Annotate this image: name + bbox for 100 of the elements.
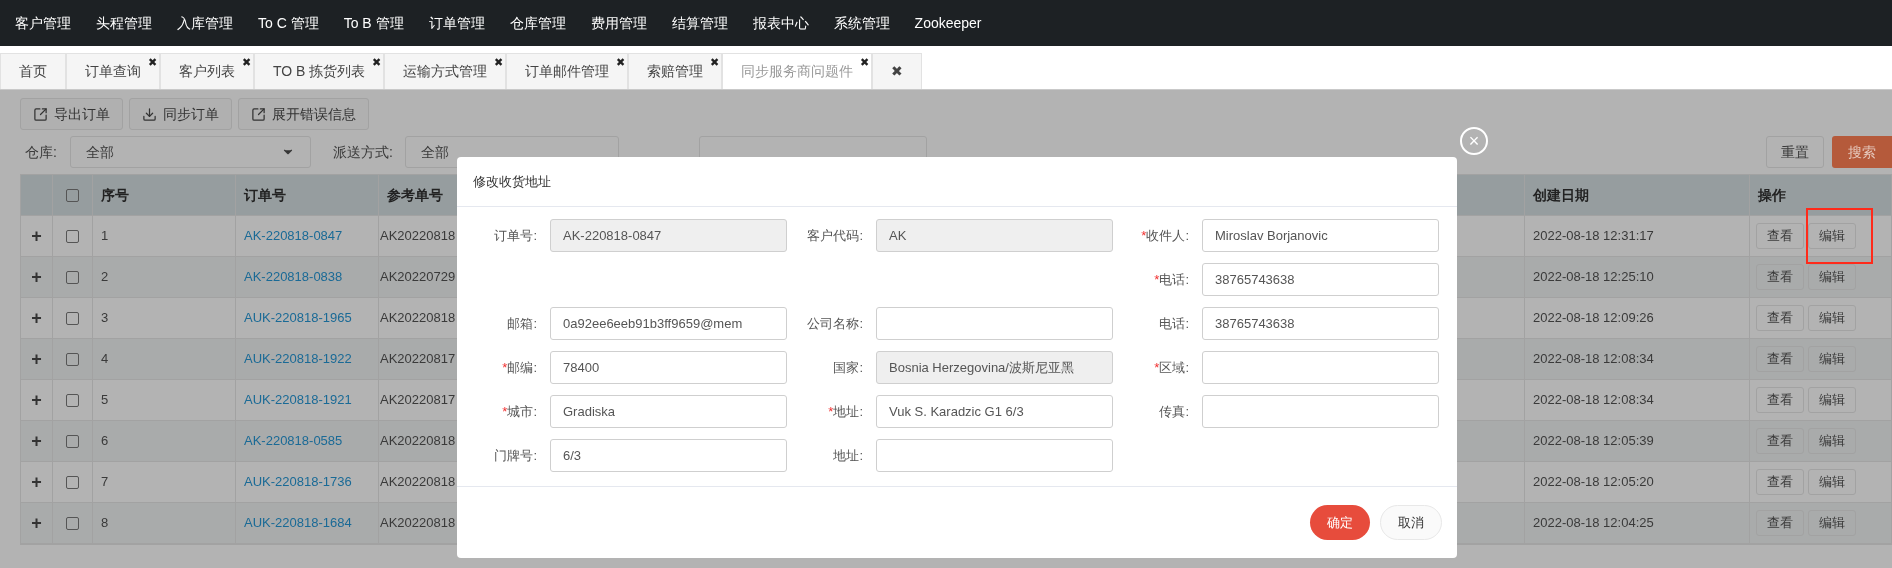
export-icon bbox=[33, 106, 48, 122]
nav-menu-item[interactable]: To C 管理 bbox=[258, 12, 319, 34]
edit-button[interactable]: 编辑 bbox=[1808, 305, 1856, 331]
field-label: 门牌号: bbox=[493, 446, 537, 465]
expand-button[interactable]: + bbox=[31, 386, 42, 414]
toolbar-button[interactable]: 导出订单 bbox=[20, 98, 123, 130]
page-tab[interactable]: 订单查询 ✖ bbox=[66, 53, 160, 89]
expand-button[interactable]: + bbox=[31, 222, 42, 250]
text-input-field[interactable]: 38765743638 bbox=[1202, 307, 1439, 340]
view-button[interactable]: 查看 bbox=[1756, 346, 1804, 372]
table-cell-text: 2 bbox=[101, 268, 109, 287]
confirm-button[interactable]: 确定 bbox=[1310, 505, 1370, 540]
tab-close-button[interactable]: ✖ bbox=[710, 54, 720, 71]
select-all-checkbox[interactable] bbox=[66, 188, 79, 202]
page-tab[interactable]: 客户列表 ✖ bbox=[160, 53, 254, 89]
view-button[interactable]: 查看 bbox=[1756, 387, 1804, 413]
nav-menu-item[interactable]: 头程管理 bbox=[96, 12, 152, 34]
text-input-field[interactable] bbox=[876, 439, 1113, 472]
page-tab[interactable]: TO B 拣货列表 ✖ bbox=[254, 53, 385, 89]
nav-menu-item[interactable]: Zookeeper bbox=[914, 12, 982, 34]
view-button[interactable]: 查看 bbox=[1756, 469, 1804, 495]
edit-button[interactable]: 编辑 bbox=[1808, 428, 1856, 454]
cancel-button[interactable]: 取消 bbox=[1380, 505, 1442, 540]
expand-button[interactable]: + bbox=[31, 427, 42, 455]
text-input-field[interactable]: Vuk S. Karadzic G1 6/3 bbox=[876, 395, 1113, 428]
page-tab[interactable]: 订单邮件管理 ✖ bbox=[506, 53, 629, 89]
expand-button[interactable]: + bbox=[31, 263, 42, 291]
expand-button[interactable]: + bbox=[31, 345, 42, 373]
toolbar-button[interactable]: 同步订单 bbox=[129, 98, 232, 130]
text-input-field[interactable]: AK-220818-0847 bbox=[550, 219, 787, 252]
table-cell-text: AK20220817 bbox=[380, 391, 456, 410]
nav-menu-item[interactable]: 订单管理 bbox=[428, 12, 485, 34]
field-label: 地址: bbox=[832, 446, 863, 465]
view-button[interactable]: 查看 bbox=[1756, 264, 1804, 290]
edit-button[interactable]: 编辑 bbox=[1808, 469, 1856, 495]
warehouse-select[interactable]: 全部 bbox=[70, 136, 311, 168]
field-label: *收件人: bbox=[1140, 226, 1189, 245]
row-checkbox[interactable] bbox=[66, 393, 79, 407]
edit-button[interactable]: 编辑 bbox=[1808, 346, 1856, 372]
expand-button[interactable]: + bbox=[31, 509, 42, 537]
row-checkbox[interactable] bbox=[66, 352, 79, 366]
edit-button[interactable]: 编辑 bbox=[1808, 510, 1856, 536]
table-cell-text: 7 bbox=[101, 473, 109, 492]
row-checkbox[interactable] bbox=[66, 311, 79, 325]
field-label: 国家: bbox=[832, 358, 863, 377]
nav-menu-item[interactable]: 结算管理 bbox=[671, 12, 728, 34]
row-checkbox[interactable] bbox=[66, 516, 79, 530]
text-input-field[interactable] bbox=[1202, 351, 1439, 384]
row-checkbox[interactable] bbox=[66, 270, 79, 284]
text-input-field[interactable]: 0a92ee6eeb91b3ff9659@mem bbox=[550, 307, 787, 340]
view-button[interactable]: 查看 bbox=[1756, 428, 1804, 454]
page-tab[interactable]: 首页 bbox=[0, 53, 66, 89]
row-checkbox[interactable] bbox=[66, 475, 79, 489]
text-input-field[interactable] bbox=[876, 307, 1113, 340]
text-input-field[interactable]: Bosnia Herzegovina/波斯尼亚黑 bbox=[876, 351, 1113, 384]
nav-menu-item[interactable]: 入库管理 bbox=[177, 12, 233, 34]
nav-menu-item[interactable]: 系统管理 bbox=[833, 12, 890, 34]
page-tab[interactable]: 索赔管理 ✖ bbox=[628, 53, 723, 89]
page-tab[interactable]: ✖ bbox=[872, 53, 923, 89]
text-input-field[interactable]: 6/3 bbox=[550, 439, 787, 472]
nav-menu-item[interactable]: To B 管理 bbox=[343, 12, 404, 34]
page-tab[interactable]: 运输方式管理 ✖ bbox=[384, 53, 507, 89]
reset-button[interactable]: 重置 bbox=[1766, 136, 1824, 168]
view-button[interactable]: 查看 bbox=[1756, 223, 1804, 249]
text-input-field[interactable]: Gradiska bbox=[550, 395, 787, 428]
expand-button[interactable]: + bbox=[31, 304, 42, 332]
nav-menu-item[interactable]: 费用管理 bbox=[590, 12, 647, 34]
view-button[interactable]: 查看 bbox=[1756, 305, 1804, 331]
table-cell-text: AK20220818 bbox=[380, 514, 456, 533]
text-input-field[interactable] bbox=[1202, 395, 1439, 428]
tab-close-button[interactable]: ✖ bbox=[242, 54, 251, 71]
expand-button[interactable]: + bbox=[31, 468, 42, 496]
view-button[interactable]: 查看 bbox=[1756, 510, 1804, 536]
table-cell-text: 2022-08-18 12:04:25 bbox=[1533, 514, 1654, 533]
row-checkbox[interactable] bbox=[66, 229, 79, 243]
tab-close-button[interactable]: ✖ bbox=[372, 54, 382, 71]
field-label: *邮编: bbox=[501, 358, 537, 377]
text-input-field[interactable]: AK bbox=[876, 219, 1113, 252]
column-header: 操作 bbox=[1758, 185, 1786, 205]
toolbar-button[interactable]: 展开错误信息 bbox=[238, 98, 369, 130]
table-cell-text: 2022-08-18 12:08:34 bbox=[1533, 350, 1654, 369]
edit-button[interactable]: 编辑 bbox=[1808, 223, 1856, 249]
tab-close-button[interactable]: ✖ bbox=[148, 54, 157, 71]
field-label: 公司名称: bbox=[806, 314, 863, 333]
text-input-field[interactable]: 38765743638 bbox=[1202, 263, 1439, 296]
text-input-field[interactable]: 78400 bbox=[550, 351, 787, 384]
table-cell-text: 4 bbox=[101, 350, 109, 369]
row-checkbox[interactable] bbox=[66, 434, 79, 448]
page-tab[interactable]: 同步服务商问题件 ✖ bbox=[722, 53, 873, 89]
nav-menu-item[interactable]: 报表中心 bbox=[752, 12, 809, 34]
table-cell-text: 2022-08-18 12:25:10 bbox=[1533, 268, 1654, 287]
field-label: 电话: bbox=[1158, 314, 1189, 333]
nav-menu-item[interactable]: 客户管理 bbox=[15, 12, 71, 34]
edit-button[interactable]: 编辑 bbox=[1808, 264, 1856, 290]
tab-close-button[interactable]: ✖ bbox=[860, 54, 870, 71]
tab-close-button[interactable]: ✖ bbox=[616, 54, 626, 71]
text-input-field[interactable]: Miroslav Borjanovic bbox=[1202, 219, 1439, 252]
edit-button[interactable]: 编辑 bbox=[1808, 387, 1856, 413]
nav-menu-item[interactable]: 仓库管理 bbox=[509, 12, 566, 34]
tab-close-button[interactable]: ✖ bbox=[494, 54, 504, 71]
